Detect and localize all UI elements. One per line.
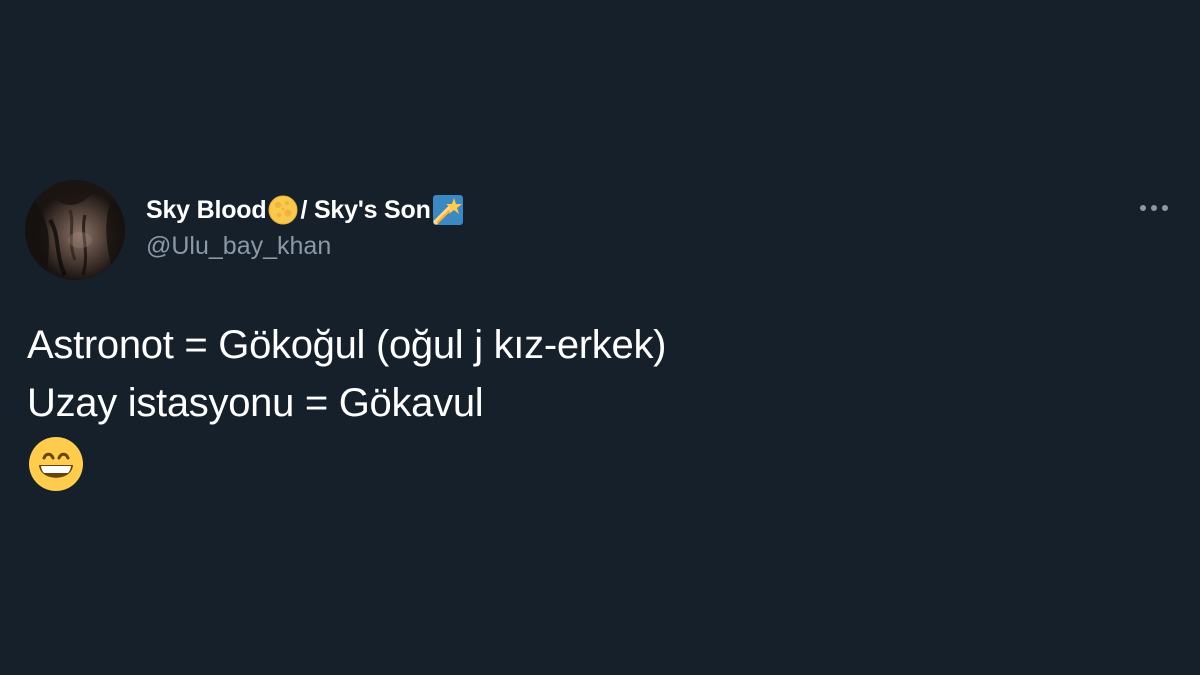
more-options-button[interactable]: [1134, 198, 1174, 218]
display-name[interactable]: Sky Blood / Sky's Son: [146, 192, 465, 228]
avatar[interactable]: [25, 180, 125, 280]
display-name-part1: Sky Blood: [146, 195, 267, 224]
tweet-line-1: Astronot = Gökoğul (oğul j kız-erkek): [27, 323, 667, 367]
tweet-text: Astronot = Gökoğul (oğul j kız-erkek) Uz…: [27, 316, 1167, 432]
tweet-line-2: Uzay istasyonu = Gökavul: [27, 381, 484, 425]
tweet-card: Sky Blood / Sky's Son @Ulu_bay_khan Astr…: [0, 0, 1200, 675]
display-name-part2: / Sky's Son: [300, 195, 431, 224]
shooting-star-icon: [432, 195, 463, 225]
more-dots-icon: [1140, 205, 1168, 211]
grinning-face-icon: [28, 436, 84, 492]
full-moon-icon: [268, 195, 298, 225]
user-handle[interactable]: @Ulu_bay_khan: [146, 232, 331, 261]
